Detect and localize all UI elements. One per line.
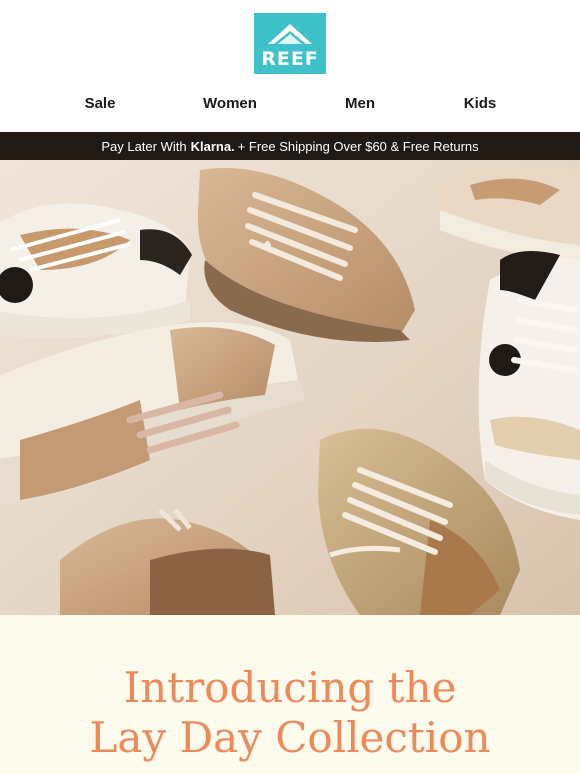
klarna-logo: Klarna. bbox=[190, 138, 235, 154]
promo-prefix: Pay Later With bbox=[101, 138, 187, 154]
nav-item-women[interactable]: Women bbox=[190, 92, 270, 118]
sneaker-white-right bbox=[478, 251, 580, 520]
headline-line-1: Introducing the bbox=[123, 663, 457, 712]
promo-suffix: + Free Shipping Over $60 & Free Returns bbox=[237, 138, 479, 154]
intro-section: Introducing the Lay Day Collection bbox=[0, 615, 580, 774]
nav-item-men[interactable]: Men bbox=[330, 92, 390, 118]
nav-item-sale[interactable]: Sale bbox=[70, 92, 130, 118]
collection-headline: Introducing the Lay Day Collection bbox=[0, 663, 580, 763]
nav-item-kids[interactable]: Kids bbox=[450, 92, 510, 118]
email-header: REEF Sale Women Men Kids bbox=[0, 0, 580, 132]
main-nav: Sale Women Men Kids bbox=[0, 92, 580, 118]
logo-wordmark: REEF bbox=[261, 48, 319, 70]
headline-line-2: Lay Day Collection bbox=[89, 713, 491, 762]
promo-banner[interactable]: Pay Later With Klarna. + Free Shipping O… bbox=[0, 132, 580, 160]
sneakers-photo bbox=[0, 160, 580, 615]
hero-image[interactable] bbox=[0, 160, 580, 615]
reef-logo[interactable]: REEF bbox=[254, 13, 326, 74]
